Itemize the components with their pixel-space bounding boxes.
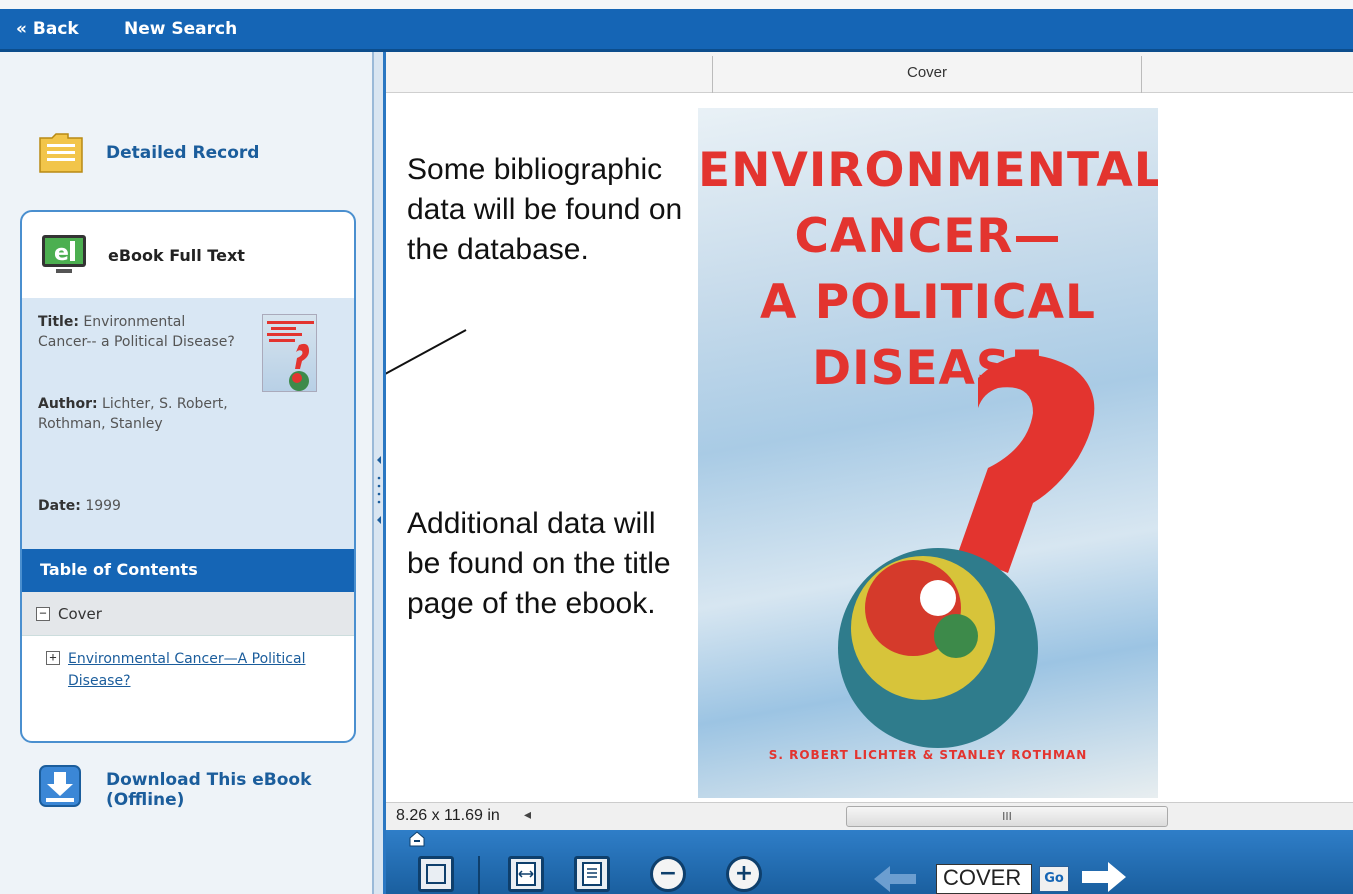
- fit-width-icon: [516, 862, 536, 886]
- back-link[interactable]: « Back: [16, 19, 79, 39]
- fit-page-button[interactable]: [574, 856, 610, 892]
- fit-width-button[interactable]: [508, 856, 544, 892]
- title-row: Title: Environmental Cancer-- a Politica…: [38, 312, 238, 352]
- current-section-tab[interactable]: Cover: [712, 56, 1142, 93]
- download-icon: [38, 764, 82, 808]
- fit-page-icon: [582, 862, 602, 886]
- detailed-record-link[interactable]: Detailed Record: [38, 132, 259, 174]
- panel-title: eBook Full Text: [108, 245, 245, 265]
- collapse-icon[interactable]: −: [36, 606, 50, 621]
- home-icon[interactable]: [408, 830, 426, 852]
- zoom-out-icon: −: [658, 861, 678, 886]
- previous-page-icon[interactable]: [872, 864, 918, 894]
- horizontal-scrollbar-thumb[interactable]: III: [846, 806, 1168, 827]
- zoom-in-icon: +: [734, 861, 754, 886]
- svg-text:e: e: [54, 241, 69, 266]
- detailed-record-icon: [38, 132, 84, 174]
- viewer-toolbar: − + COVER Go: [386, 830, 1353, 894]
- book-cover-art: [838, 355, 1095, 748]
- document-viewer: Cover Some bibliographic data will be fo…: [386, 52, 1353, 894]
- toolbar-divider: [478, 856, 480, 894]
- page-number-input[interactable]: COVER: [936, 864, 1032, 894]
- cover-thumbnail[interactable]: [262, 314, 317, 392]
- panel-header: e eBook Full Text: [22, 212, 354, 298]
- date-label: Date:: [38, 498, 81, 514]
- date-row: Date: 1999: [38, 496, 238, 516]
- ebook-icon: e: [40, 233, 88, 277]
- book-cover-authors: S. ROBERT LICHTER & STANLEY ROTHMAN: [768, 748, 1088, 762]
- scroll-left-icon[interactable]: ◂: [524, 807, 531, 823]
- title-label: Title:: [38, 314, 79, 330]
- fullscreen-icon: [426, 864, 446, 884]
- toc-item-environmental-cancer[interactable]: + Environmental Cancer—A Political Disea…: [46, 648, 338, 692]
- download-ebook-label: Download This eBook (Offline): [106, 770, 312, 810]
- panel-splitter[interactable]: [372, 52, 386, 894]
- download-ebook-link[interactable]: Download This eBook (Offline): [38, 764, 336, 810]
- zoom-out-button[interactable]: −: [650, 856, 686, 892]
- go-button[interactable]: Go: [1039, 866, 1069, 892]
- fullscreen-button[interactable]: [418, 856, 454, 892]
- top-nav-bar: « Back New Search: [0, 0, 1353, 52]
- splitter-grip-icon[interactable]: [376, 452, 382, 532]
- ebook-full-text-panel: e eBook Full Text Title: Environmental C…: [20, 210, 356, 743]
- viewer-status-bar: 8.26 x 11.69 in ◂ III: [386, 802, 1353, 830]
- zoom-in-button[interactable]: +: [726, 856, 762, 892]
- toc-header: Table of Contents: [22, 549, 354, 592]
- date-value: 1999: [85, 498, 121, 514]
- new-search-link[interactable]: New Search: [124, 19, 237, 39]
- author-row: Author: Lichter, S. Robert, Rothman, Sta…: [38, 394, 238, 434]
- toc-item-cover[interactable]: − Cover: [22, 592, 354, 636]
- toc-item-label: Environmental Cancer—A Political Disease…: [68, 651, 306, 689]
- expand-icon[interactable]: +: [46, 651, 60, 665]
- next-page-icon[interactable]: [1080, 860, 1128, 894]
- callout-arrow: [386, 329, 467, 375]
- detailed-record-label: Detailed Record: [106, 143, 260, 163]
- left-sidebar: Detailed Record e eBook Full Text Title:…: [0, 52, 372, 894]
- book-metadata: Title: Environmental Cancer-- a Politica…: [22, 298, 354, 549]
- page-size-label: 8.26 x 11.69 in: [396, 807, 500, 824]
- toc-item-label: Cover: [58, 604, 102, 623]
- author-label: Author:: [38, 396, 98, 412]
- ebook-viewer-app: « Back New Search Detailed Record e eBoo…: [0, 0, 1353, 894]
- book-cover-page: ENVIRONMENTAL CANCER— A POLITICAL DISEAS…: [698, 108, 1158, 798]
